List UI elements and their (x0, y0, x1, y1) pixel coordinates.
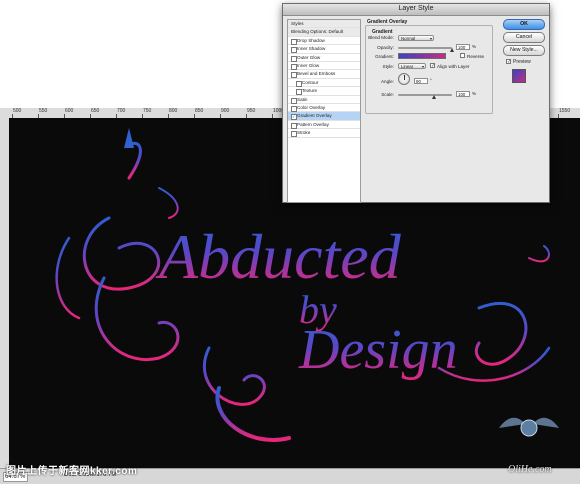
reverse-label: Reverse (467, 54, 485, 59)
style-item-blending-options-default[interactable]: Blending Options: Default (288, 28, 360, 37)
watermark-site: OliHe.com (508, 464, 552, 475)
opacity-slider[interactable] (398, 47, 452, 49)
style-item-stroke[interactable]: Stroke (288, 129, 360, 138)
cancel-button[interactable]: Cancel (503, 32, 545, 43)
ok-button[interactable]: OK (503, 19, 545, 30)
watermark-caption-tail: kker.com (90, 466, 138, 477)
preview-thumbnail (512, 69, 526, 83)
style-item-inner-glow[interactable]: Inner Glow (288, 62, 360, 71)
style-item-color-overlay[interactable]: Color Overlay (288, 104, 360, 113)
ruler-tick-label: 1550 (559, 108, 571, 114)
style-item-label: Contour (302, 79, 319, 85)
opacity-unit: % (472, 44, 477, 49)
ruler-tick-label: 550 (39, 108, 48, 114)
ruler-tick-label: 600 (65, 108, 74, 114)
style-item-inner-shadow[interactable]: Inner Shadow (288, 45, 360, 54)
style-item-label: Inner Shadow (297, 46, 326, 52)
ruler-tick-label: 950 (247, 108, 256, 114)
ruler-tick-label: 800 (169, 108, 178, 114)
style-item-label: Drop Shadow (297, 37, 325, 43)
style-select[interactable]: Linear ▾ (398, 63, 426, 69)
gradient-label: Gradient: (375, 54, 394, 59)
style-item-styles[interactable]: Styles (288, 20, 360, 29)
gradient-group: Gradient Blend Mode: Normal ▾ Opacity: 1… (365, 25, 493, 114)
dialog-titlebar[interactable]: Layer Style (283, 4, 549, 16)
blend-mode-label: Blend Mode: (368, 35, 394, 40)
scale-slider[interactable] (398, 94, 452, 96)
scale-input[interactable]: 100 (456, 91, 470, 97)
watermark-caption-cn: 图片上传于新客网 (6, 466, 90, 477)
ruler-tick-label: 750 (143, 108, 152, 114)
style-item-label: Texture (302, 88, 318, 94)
angle-input[interactable]: 90 (414, 78, 428, 84)
style-item-label: Styles (291, 21, 304, 26)
dialog-title: Layer Style (398, 5, 434, 12)
style-item-satin[interactable]: Satin (288, 96, 360, 104)
ruler-tick-label: 500 (13, 108, 22, 114)
artwork-title-line1: Abducted (155, 221, 402, 292)
bud-ornament (124, 128, 134, 148)
ruler-tick-label: 850 (195, 108, 204, 114)
angle-label: Angle: (380, 79, 394, 84)
style-item-label: Outer Glow (297, 54, 321, 60)
style-item-gradient-overlay[interactable]: ✓ Gradient Overlay (288, 112, 360, 121)
style-item-label: Gradient Overlay (297, 113, 332, 119)
style-item-outer-glow[interactable]: Outer Glow (288, 54, 360, 62)
watermark-caption: 图片上传于新客网kker.com (6, 462, 137, 477)
style-label: Style: (382, 64, 395, 69)
chevron-down-icon: ▾ (429, 36, 432, 41)
ruler-tick-label: 700 (117, 108, 126, 114)
align-with-layer-checkbox[interactable]: ✓ (430, 63, 435, 69)
scale-label: Scale: (381, 92, 394, 97)
opacity-input[interactable]: 100 (456, 44, 470, 50)
style-value: Linear (401, 64, 414, 69)
artwork-title-line3: Design (298, 319, 458, 381)
blend-mode-value: Normal (401, 36, 416, 41)
angle-needle (404, 75, 405, 80)
style-item-label: Inner Glow (297, 63, 320, 68)
angle-unit: ° (430, 78, 432, 83)
preview-checkbox[interactable]: ✓ (506, 59, 511, 65)
angle-dial[interactable] (398, 73, 410, 85)
layer-style-dialog: Layer Style Styles Blending Options: Defa… (282, 3, 550, 203)
scale-slider-knob[interactable] (432, 95, 437, 99)
gradient-overlay-panel: Gradient Overlay Gradient Blend Mode: No… (363, 19, 493, 114)
style-item-bevel-and-emboss[interactable]: Bevel and Emboss (288, 70, 360, 79)
ruler-tick-label: 650 (91, 108, 100, 114)
style-item-contour[interactable]: Contour (288, 79, 360, 88)
preview-label: Preview (513, 59, 531, 65)
style-item-label: Bevel and Emboss (297, 71, 336, 77)
style-item-label: Color Overlay (297, 105, 326, 110)
style-item-drop-shadow[interactable]: Drop Shadow (288, 37, 360, 46)
style-item-label: Pattern Overlay (297, 121, 329, 127)
ruler-tick-label: 900 (221, 108, 230, 114)
style-item-label: Stroke (297, 130, 311, 136)
wing-logo (499, 417, 559, 437)
chevron-down-icon: ▾ (421, 64, 424, 69)
blend-mode-select[interactable]: Normal ▾ (398, 35, 434, 41)
style-item-texture[interactable]: Texture (288, 87, 360, 96)
styles-list: Styles Blending Options: Default Drop Shad… (287, 19, 361, 203)
opacity-slider-knob[interactable] (450, 48, 454, 52)
align-with-layer-label: Align with Layer (437, 64, 470, 69)
reverse-checkbox[interactable] (460, 53, 465, 58)
style-item-label: Satin (297, 96, 308, 102)
gradient-picker[interactable] (398, 53, 446, 59)
new-style-button[interactable]: New Style... (503, 45, 545, 56)
style-item-pattern-overlay[interactable]: Pattern Overlay (288, 121, 360, 130)
scale-unit: % (472, 91, 477, 96)
style-item-label: Blending Options: Default (291, 29, 344, 35)
opacity-label: Opacity: (377, 45, 394, 50)
